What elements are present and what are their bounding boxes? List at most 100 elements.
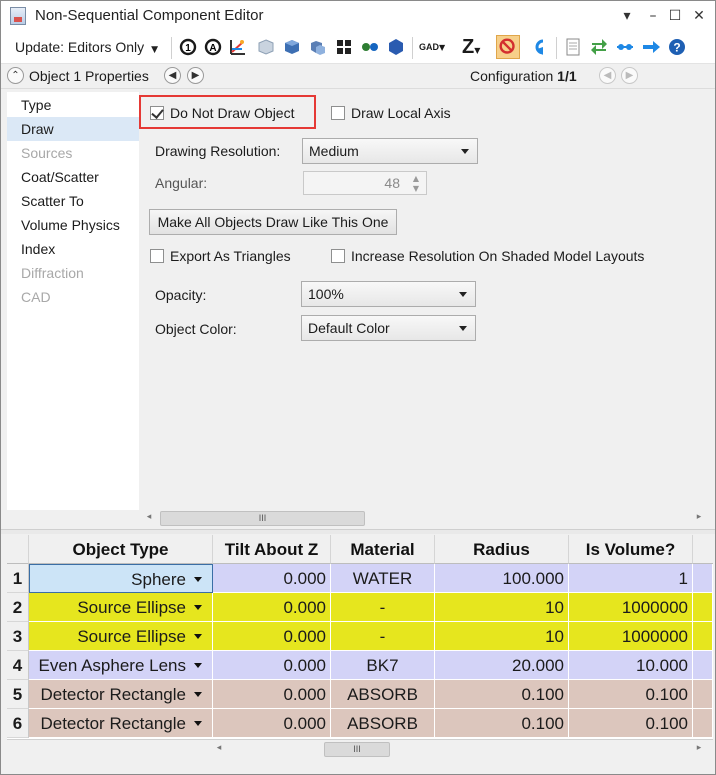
next-object-button[interactable]: ▶ xyxy=(187,67,204,84)
radius-cell[interactable]: 20.000 xyxy=(435,651,569,680)
z-icon[interactable]: Z▼ xyxy=(462,37,492,57)
swap-icon[interactable] xyxy=(589,37,609,57)
hexagon-icon[interactable] xyxy=(386,37,406,57)
maximize-button[interactable]: ☐ xyxy=(663,5,687,27)
is-volume-cell[interactable]: 1 xyxy=(569,564,693,593)
tilt-cell[interactable]: 0.000 xyxy=(213,709,331,738)
nav-item-cad[interactable]: CAD xyxy=(7,285,139,309)
is-volume-cell[interactable]: 10.000 xyxy=(569,651,693,680)
is-volume-cell[interactable]: 0.100 xyxy=(569,709,693,738)
object-type-cell[interactable]: Source Ellipse xyxy=(29,622,213,651)
scroll-right-icon[interactable]: ▸ xyxy=(693,512,705,522)
scroll-left-icon[interactable]: ◂ xyxy=(213,743,225,753)
close-button[interactable]: ✕ xyxy=(687,5,711,27)
scroll-left-icon[interactable]: ◂ xyxy=(143,512,155,522)
nav-item-sources[interactable]: Sources xyxy=(7,141,139,165)
nav-item-draw[interactable]: Draw xyxy=(7,117,139,141)
tilt-cell[interactable]: 0.000 xyxy=(213,622,331,651)
pin-dropdown-icon[interactable]: ▾ xyxy=(615,5,639,27)
material-cell[interactable]: ABSORB xyxy=(331,709,435,738)
is-volume-cell[interactable]: 0.100 xyxy=(569,680,693,709)
chevron-down-icon[interactable] xyxy=(194,634,202,639)
row-number[interactable]: 3 xyxy=(7,622,29,651)
row-number[interactable]: 6 xyxy=(7,709,29,738)
grid-icon[interactable] xyxy=(334,37,354,57)
spin-down-icon[interactable]: ▼ xyxy=(410,184,422,193)
draw-local-axis-checkbox[interactable] xyxy=(331,106,345,120)
nav-item-index[interactable]: Index xyxy=(7,237,139,261)
chevron-down-icon[interactable] xyxy=(194,605,202,610)
is-volume-cell[interactable]: 1000000 xyxy=(569,593,693,622)
row-number[interactable]: 2 xyxy=(7,593,29,622)
tilt-cell[interactable]: 0.000 xyxy=(213,651,331,680)
properties-scrollbar[interactable]: ◂ III ▸ xyxy=(7,510,709,527)
row-number[interactable]: 5 xyxy=(7,680,29,709)
material-cell[interactable]: BK7 xyxy=(331,651,435,680)
increase-resolution-checkbox[interactable] xyxy=(331,249,345,263)
grid-scrollbar[interactable]: ◂ III ▸ xyxy=(7,739,713,758)
previous-config-button[interactable]: ◀ xyxy=(599,67,616,84)
dots-icon[interactable] xyxy=(360,37,380,57)
scroll-thumb[interactable]: III xyxy=(324,742,390,757)
nav-item-diffraction[interactable]: Diffraction xyxy=(7,261,139,285)
spin-up-icon[interactable]: ▲ xyxy=(410,174,422,183)
update-mode-dropdown[interactable]: Update: Editors Only ▼ xyxy=(15,39,158,55)
ray-trace-icon[interactable] xyxy=(228,37,248,57)
radius-cell[interactable]: 10 xyxy=(435,622,569,651)
arrow-right-icon[interactable] xyxy=(641,37,661,57)
object-type-cell[interactable]: Sphere xyxy=(29,564,213,593)
chevron-down-icon[interactable] xyxy=(194,577,202,582)
document-icon[interactable] xyxy=(563,37,583,57)
nav-item-type[interactable]: Type xyxy=(7,93,139,117)
radius-cell[interactable]: 0.100 xyxy=(435,680,569,709)
tilt-cell[interactable]: 0.000 xyxy=(213,680,331,709)
undo-arrow-icon[interactable] xyxy=(529,37,549,57)
refresh-icon[interactable]: 1 xyxy=(178,37,198,57)
object-color-select[interactable]: Default Color xyxy=(301,315,476,341)
material-cell[interactable]: - xyxy=(331,622,435,651)
nav-item-coat-scatter[interactable]: Coat/Scatter xyxy=(7,165,139,189)
gad-icon[interactable]: GAD▼ xyxy=(419,37,451,57)
export-triangles-checkbox[interactable] xyxy=(150,249,164,263)
column-header-is-volume[interactable]: Is Volume? xyxy=(569,535,693,564)
chevron-down-icon[interactable] xyxy=(194,721,202,726)
do-not-draw-checkbox[interactable] xyxy=(150,106,164,120)
material-cell[interactable]: - xyxy=(331,593,435,622)
next-config-button[interactable]: ▶ xyxy=(621,67,638,84)
nav-item-scatter-to[interactable]: Scatter To xyxy=(7,189,139,213)
cube-wire-icon[interactable] xyxy=(256,37,276,57)
scroll-right-icon[interactable]: ▸ xyxy=(693,743,705,753)
radius-cell[interactable]: 100.000 xyxy=(435,564,569,593)
row-number[interactable]: 1 xyxy=(7,564,29,593)
chevron-down-icon[interactable] xyxy=(194,692,202,697)
radius-cell[interactable]: 0.100 xyxy=(435,709,569,738)
nav-item-volume-physics[interactable]: Volume Physics xyxy=(7,213,139,237)
column-header-tilt-about-z[interactable]: Tilt About Z xyxy=(213,535,331,564)
column-header-material[interactable]: Material xyxy=(331,535,435,564)
tilt-cell[interactable]: 0.000 xyxy=(213,564,331,593)
collapse-up-icon[interactable]: ⌃ xyxy=(7,67,24,84)
object-type-cell[interactable]: Source Ellipse xyxy=(29,593,213,622)
panel-splitter[interactable] xyxy=(1,529,715,534)
is-volume-cell[interactable]: 1000000 xyxy=(569,622,693,651)
refresh-all-icon[interactable]: A xyxy=(203,37,223,57)
angular-spinner[interactable]: 48 ▲ ▼ xyxy=(303,171,427,195)
object-type-cell[interactable]: Even Asphere Lens xyxy=(29,651,213,680)
radius-cell[interactable]: 10 xyxy=(435,593,569,622)
cube-shaded-icon[interactable] xyxy=(308,37,328,57)
object-type-cell[interactable]: Detector Rectangle xyxy=(29,680,213,709)
cube-solid-icon[interactable] xyxy=(282,37,302,57)
row-number[interactable]: 4 xyxy=(7,651,29,680)
link-icon[interactable] xyxy=(615,37,635,57)
column-header-object-type[interactable]: Object Type xyxy=(29,535,213,564)
minimize-button[interactable]: – xyxy=(641,5,665,27)
tilt-cell[interactable]: 0.000 xyxy=(213,593,331,622)
opacity-select[interactable]: 100% xyxy=(301,281,476,307)
no-entry-icon[interactable] xyxy=(496,35,520,59)
make-all-objects-button[interactable]: Make All Objects Draw Like This One xyxy=(149,209,397,235)
material-cell[interactable]: ABSORB xyxy=(331,680,435,709)
help-icon[interactable]: ? xyxy=(667,37,687,57)
column-header-radius[interactable]: Radius xyxy=(435,535,569,564)
object-type-cell[interactable]: Detector Rectangle xyxy=(29,709,213,738)
material-cell[interactable]: WATER xyxy=(331,564,435,593)
